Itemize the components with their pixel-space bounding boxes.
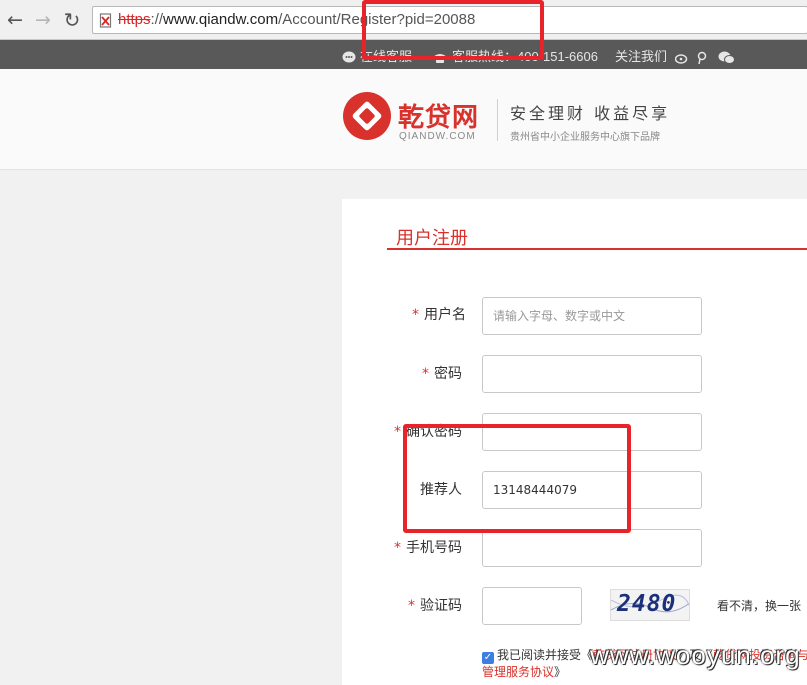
url-host: www.qiandw.com	[163, 11, 279, 28]
weibo-icon[interactable]	[674, 52, 689, 64]
agree-suffix: 》	[554, 665, 567, 679]
qiandw-logo-icon[interactable]	[342, 91, 394, 143]
back-arrow-icon[interactable]: ←	[3, 8, 27, 32]
form-title: 用户注册	[396, 228, 468, 249]
slogan-subtitle: 贵州省中小企业服务中心旗下品牌	[510, 132, 660, 143]
watermark: www.wooyun.org	[590, 640, 801, 670]
password-input[interactable]	[482, 355, 702, 393]
logo-domain: QIANDW.COM	[399, 131, 476, 142]
follow-label: 关注我们	[615, 49, 668, 64]
title-underline	[387, 248, 807, 250]
captcha-code: 2480	[617, 591, 677, 617]
required-mark: *	[394, 540, 401, 556]
refresh-captcha-link[interactable]: 看不清，换一张	[717, 597, 801, 614]
agree-prefix: 我已阅读并接受《	[497, 648, 594, 662]
required-mark: *	[394, 424, 401, 440]
logo-wordmark: 乾贷网	[398, 103, 480, 133]
captcha-image[interactable]: 2480	[610, 589, 690, 621]
username-label: * 用户名	[386, 304, 466, 324]
chat-bubble-icon	[342, 51, 356, 63]
username-input[interactable]: 请输入字母、数字或中文	[482, 297, 702, 335]
password-label: * 密码	[382, 363, 462, 383]
insecure-lock-icon	[99, 13, 112, 28]
url-scheme: https	[118, 11, 151, 28]
captcha-input[interactable]	[482, 587, 582, 625]
username-label-text: 用户名	[424, 307, 466, 323]
header-divider	[497, 99, 498, 141]
phone-input[interactable]	[482, 529, 702, 567]
required-mark: *	[412, 307, 419, 323]
password-label-text: 密码	[434, 366, 462, 382]
phone-label: * 手机号码	[382, 537, 462, 557]
tencent-weibo-icon[interactable]	[696, 51, 710, 65]
required-mark: *	[422, 366, 429, 382]
url-separator: ://	[150, 11, 164, 28]
agree-checkbox[interactable]: ✓	[482, 652, 494, 664]
phone-label-text: 手机号码	[406, 540, 462, 556]
referrer-highlight-box	[403, 424, 631, 533]
site-header: 乾贷网 QIANDW.COM 安全理财 收益尽享 贵州省中小企业服务中心旗下品牌	[0, 69, 807, 170]
follow-us: 关注我们	[615, 46, 739, 65]
reload-icon[interactable]: ↻	[60, 8, 84, 32]
url-highlight-box	[362, 0, 544, 60]
wechat-icon[interactable]	[718, 51, 735, 65]
captcha-label-text: 验证码	[420, 598, 462, 614]
required-mark: *	[408, 598, 415, 614]
slogan: 安全理财 收益尽享	[510, 104, 671, 123]
captcha-label: * 验证码	[382, 595, 462, 615]
forward-arrow-icon[interactable]: →	[31, 8, 55, 32]
